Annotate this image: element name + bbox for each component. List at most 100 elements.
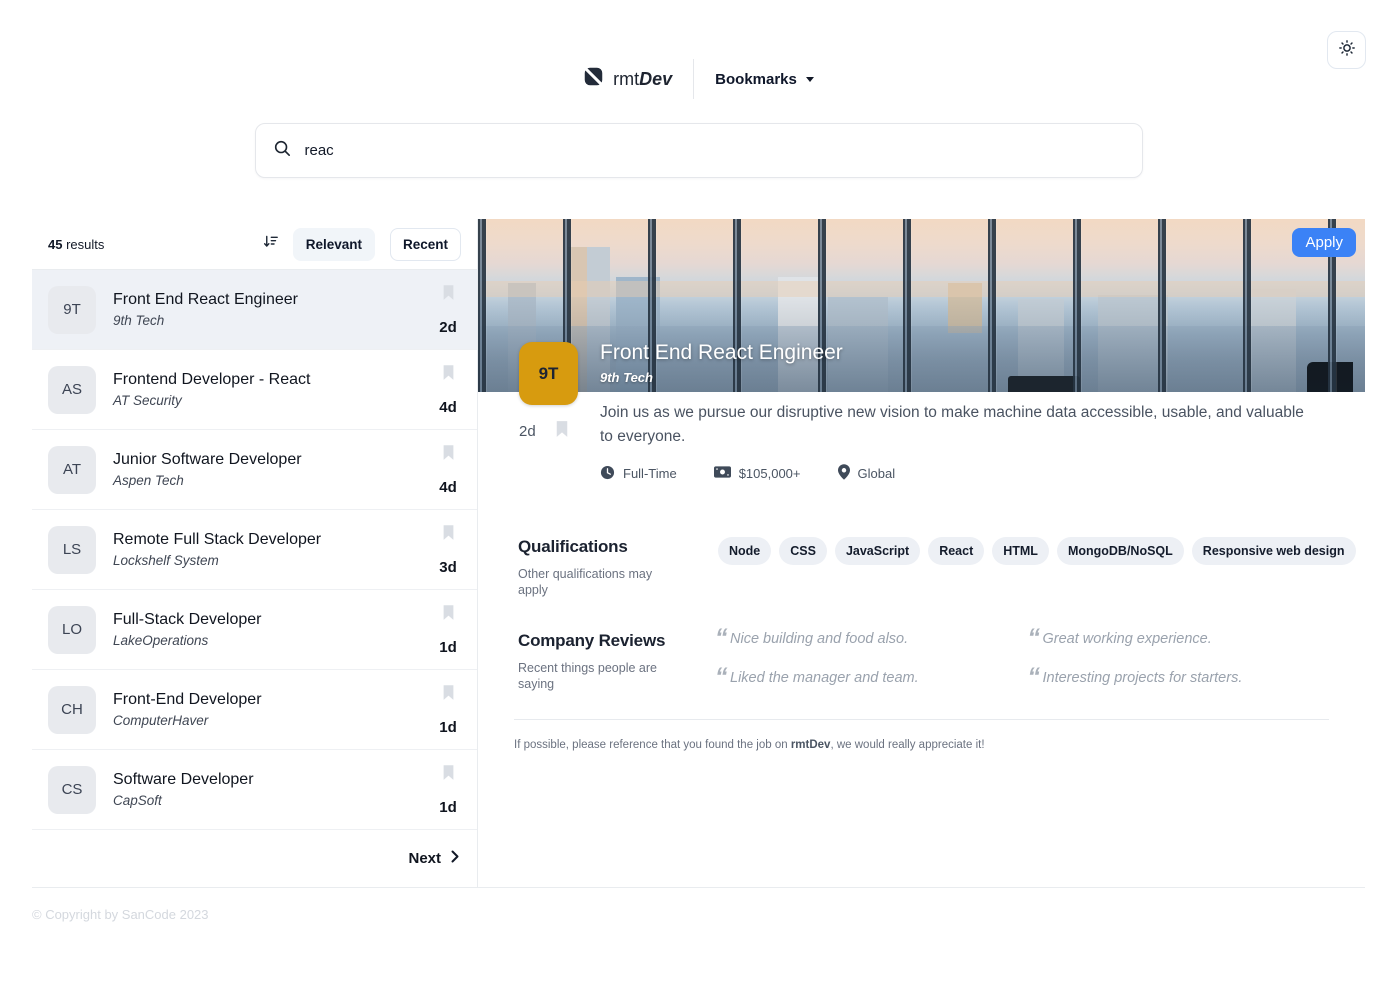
results-count: 45 results <box>48 237 104 252</box>
map-pin-icon <box>837 464 850 483</box>
job-title: Junior Software Developer <box>113 451 302 468</box>
job-list-item[interactable]: AT Junior Software Developer Aspen Tech … <box>32 430 477 510</box>
salary: $105,000+ <box>713 466 801 481</box>
hero-image: Apply Front End React Engineer 9th Tech <box>478 219 1365 392</box>
quote-icon <box>1028 663 1041 692</box>
job-item-meta: 4d <box>435 364 461 416</box>
qualification-tag: MongoDB/NoSQL <box>1056 537 1184 565</box>
bookmark-icon[interactable] <box>442 444 455 466</box>
job-detail-heading: Front End React Engineer 9th Tech <box>600 341 843 385</box>
sort-buttons: Relevant Recent <box>292 227 461 261</box>
company-badge: 9T <box>48 285 96 334</box>
job-item-meta: 3d <box>435 524 461 576</box>
review-text: Interesting projects for starters. <box>1042 670 1243 686</box>
qualifications-heading: Qualifications <box>518 537 628 556</box>
job-summary: Front-End Developer ComputerHaver <box>113 691 435 728</box>
apply-button[interactable]: Apply <box>1292 228 1356 257</box>
results-header: 45 results Relevant Recent <box>32 219 477 270</box>
job-info: 2d Join us as we pursue our disruptive n… <box>478 392 1365 483</box>
job-title: Full-Stack Developer <box>113 611 262 628</box>
bookmark-icon[interactable] <box>442 604 455 626</box>
bookmarks-label: Bookmarks <box>715 70 797 88</box>
sort-icon <box>262 234 279 254</box>
job-detail-panel: Apply Front End React Engineer 9th Tech … <box>478 219 1365 887</box>
job-age: 1d <box>439 798 457 816</box>
sort-button[interactable]: Recent <box>389 227 461 261</box>
theme-toggle-button[interactable] <box>1327 31 1366 69</box>
job-list-item[interactable]: LS Remote Full Stack Developer Lockshelf… <box>32 510 477 590</box>
job-title: Frontend Developer - React <box>113 371 311 388</box>
reviews-section: Company Reviews Recent things people are… <box>478 631 1365 692</box>
job-detail-company: 9th Tech <box>600 370 653 385</box>
sun-icon <box>1336 37 1358 64</box>
main-content: 45 results Relevant Recent 9T Front End … <box>32 219 1365 888</box>
job-age: 1d <box>439 638 457 656</box>
qualification-tag: JavaScript <box>834 537 921 565</box>
chevron-right-icon <box>451 850 459 867</box>
job-item-meta: 2d <box>435 284 461 336</box>
job-item-meta: 1d <box>435 684 461 736</box>
brand-suffix: Dev <box>639 68 673 89</box>
reference-note-brand: rmtDev <box>790 739 831 751</box>
search-bar <box>254 123 1143 178</box>
job-age: 4d <box>439 478 457 496</box>
banknote-icon <box>713 466 731 481</box>
quote-icon <box>715 663 728 692</box>
bookmark-icon[interactable] <box>442 364 455 386</box>
job-detail-age: 2d <box>519 423 536 440</box>
quote-icon <box>715 624 728 653</box>
job-company: 9th Tech <box>113 313 165 328</box>
employment-type-label: Full-Time <box>623 466 677 481</box>
employment-type: Full-Time <box>600 465 677 483</box>
job-list-item[interactable]: CS Software Developer CapSoft 1d <box>32 750 477 830</box>
bookmark-icon[interactable] <box>442 684 455 706</box>
review-text: Great working experience. <box>1042 631 1212 647</box>
copyright: © Copyright by SanCode 2023 <box>32 907 209 922</box>
job-summary: Junior Software Developer Aspen Tech <box>113 451 435 488</box>
clock-icon <box>600 465 615 483</box>
job-list-item[interactable]: CH Front-End Developer ComputerHaver 1d <box>32 670 477 750</box>
search-icon <box>273 139 291 162</box>
chevron-down-icon <box>805 76 814 82</box>
job-item-meta: 1d <box>435 764 461 816</box>
company-badge: LS <box>48 525 96 574</box>
location: Global <box>837 464 896 483</box>
job-company: Lockshelf System <box>113 553 219 568</box>
reference-note-post: , we would really appreciate it! <box>830 739 985 751</box>
search-input[interactable] <box>302 141 1125 160</box>
job-item-meta: 1d <box>435 604 461 656</box>
qualification-tag: CSS <box>779 537 827 565</box>
brand-text: rmtDev <box>613 69 672 90</box>
bookmarks-dropdown[interactable]: Bookmarks <box>715 71 814 88</box>
job-title: Remote Full Stack Developer <box>113 531 322 548</box>
review-item: Liked the manager and team. <box>718 670 1017 686</box>
bookmark-icon[interactable] <box>442 524 455 546</box>
qualifications-subtext: Other qualifications may apply <box>518 567 653 597</box>
bookmark-icon[interactable] <box>442 284 455 306</box>
qualification-tag: Responsive web design <box>1191 537 1356 565</box>
job-company: CapSoft <box>113 793 162 808</box>
location-label: Global <box>857 466 896 481</box>
next-label: Next <box>408 850 441 867</box>
bookmark-icon[interactable] <box>555 420 569 443</box>
review-item: Nice building and food also. <box>718 631 1017 647</box>
results-sidebar: 45 results Relevant Recent 9T Front End … <box>32 219 478 887</box>
qualification-tag: HTML <box>992 537 1049 565</box>
app-logo[interactable]: rmtDev <box>581 64 672 92</box>
next-page-button[interactable]: Next <box>32 830 477 887</box>
quote-icon <box>1028 624 1041 653</box>
job-list-item[interactable]: 9T Front End React Engineer 9th Tech 2d <box>32 270 477 350</box>
qualification-tags: Node CSS JavaScript React HTML MongoDB/N… <box>718 537 1356 598</box>
bookmark-icon[interactable] <box>442 764 455 786</box>
reviews-label: Company Reviews Recent things people are… <box>518 631 718 692</box>
qualification-tag: React <box>928 537 985 565</box>
job-age: 4d <box>439 398 457 416</box>
sort-button[interactable]: Relevant <box>292 227 375 261</box>
job-list-item[interactable]: AS Frontend Developer - React AT Securit… <box>32 350 477 430</box>
job-list-item[interactable]: LO Full-Stack Developer LakeOperations 1… <box>32 590 477 670</box>
job-title: Software Developer <box>113 771 254 788</box>
results-count-number: 45 <box>48 236 63 252</box>
qualifications-section: Qualifications Other qualifications may … <box>478 537 1365 598</box>
job-list: 9T Front End React Engineer 9th Tech 2d … <box>32 270 477 830</box>
sort-controls: Relevant Recent <box>262 227 461 261</box>
